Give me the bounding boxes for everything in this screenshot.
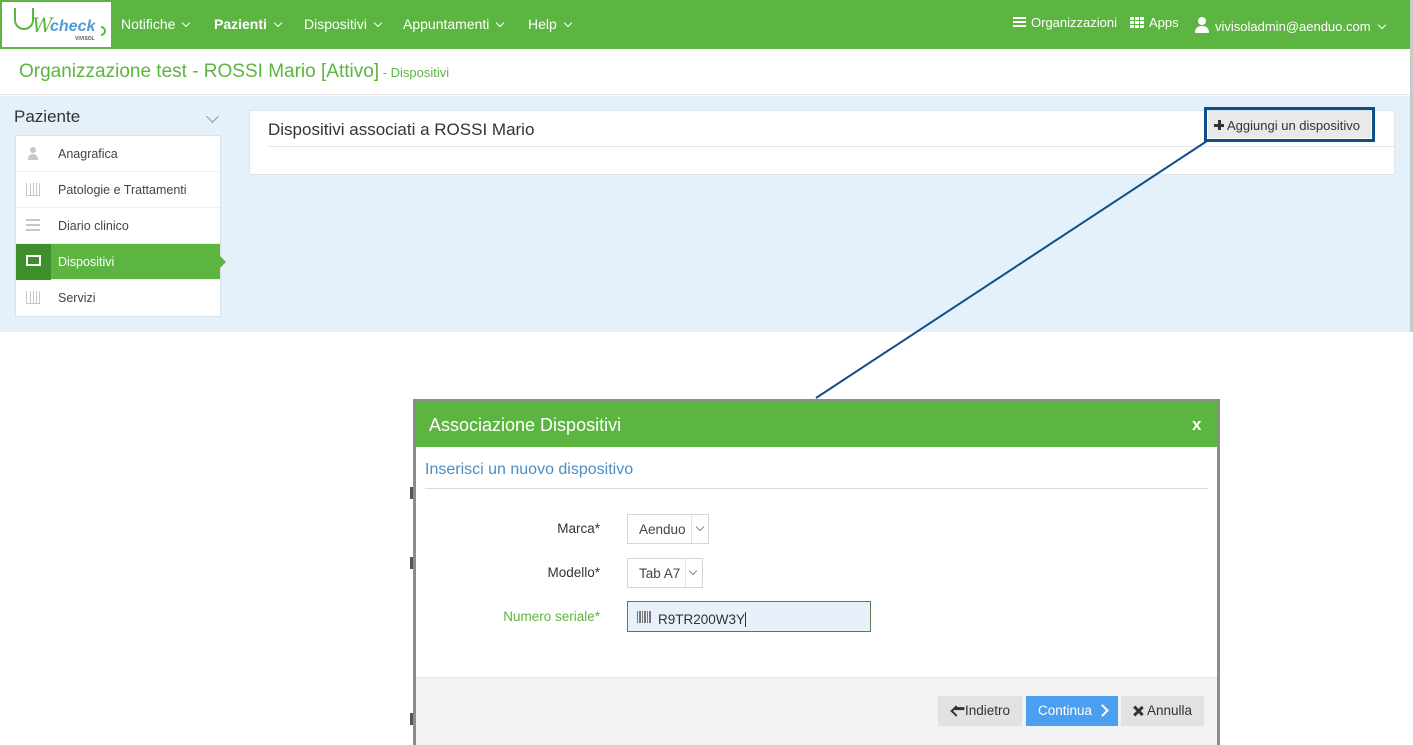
divider — [425, 488, 1208, 489]
associate-device-modal: Associazione Dispositivi x Inserisci un … — [413, 399, 1220, 745]
model-label: Modello* — [547, 565, 600, 580]
brand-select[interactable]: Aenduo — [627, 514, 709, 544]
model-select[interactable]: Tab A7 — [627, 558, 703, 588]
cancel-button-label: Annulla — [1147, 703, 1193, 718]
modal-subtitle: Inserisci un nuovo dispositivo — [425, 461, 634, 478]
modal-footer: Indietro Continua Annulla — [416, 677, 1217, 745]
select-separator — [691, 515, 692, 543]
serial-label: Numero seriale* — [503, 609, 600, 624]
barcode-icon — [637, 611, 652, 623]
chevron-down-icon — [695, 522, 705, 532]
close-button[interactable]: x — [1192, 415, 1201, 435]
select-separator — [685, 559, 686, 587]
continue-button-label: Continua — [1038, 703, 1093, 718]
brand-value: Aenduo — [639, 522, 686, 537]
serial-value: R9TR200W3Y — [658, 612, 747, 627]
callout-connector — [815, 140, 1208, 399]
cancel-button[interactable]: Annulla — [1121, 696, 1204, 726]
arrow-right-icon — [1096, 704, 1109, 717]
back-button[interactable]: Indietro — [938, 696, 1022, 726]
continue-button[interactable]: Continua — [1026, 696, 1118, 726]
close-icon — [1133, 706, 1143, 716]
brand-label: Marca* — [557, 521, 600, 536]
serial-number-input[interactable]: R9TR200W3Y — [627, 601, 871, 632]
back-button-label: Indietro — [965, 703, 1011, 718]
arrow-left-icon — [950, 705, 962, 717]
modal-title: Associazione Dispositivi — [429, 415, 622, 435]
model-value: Tab A7 — [639, 566, 681, 581]
modal-header: Associazione Dispositivi x — [416, 402, 1217, 447]
text-caret — [745, 612, 747, 627]
chevron-down-icon — [688, 566, 698, 576]
